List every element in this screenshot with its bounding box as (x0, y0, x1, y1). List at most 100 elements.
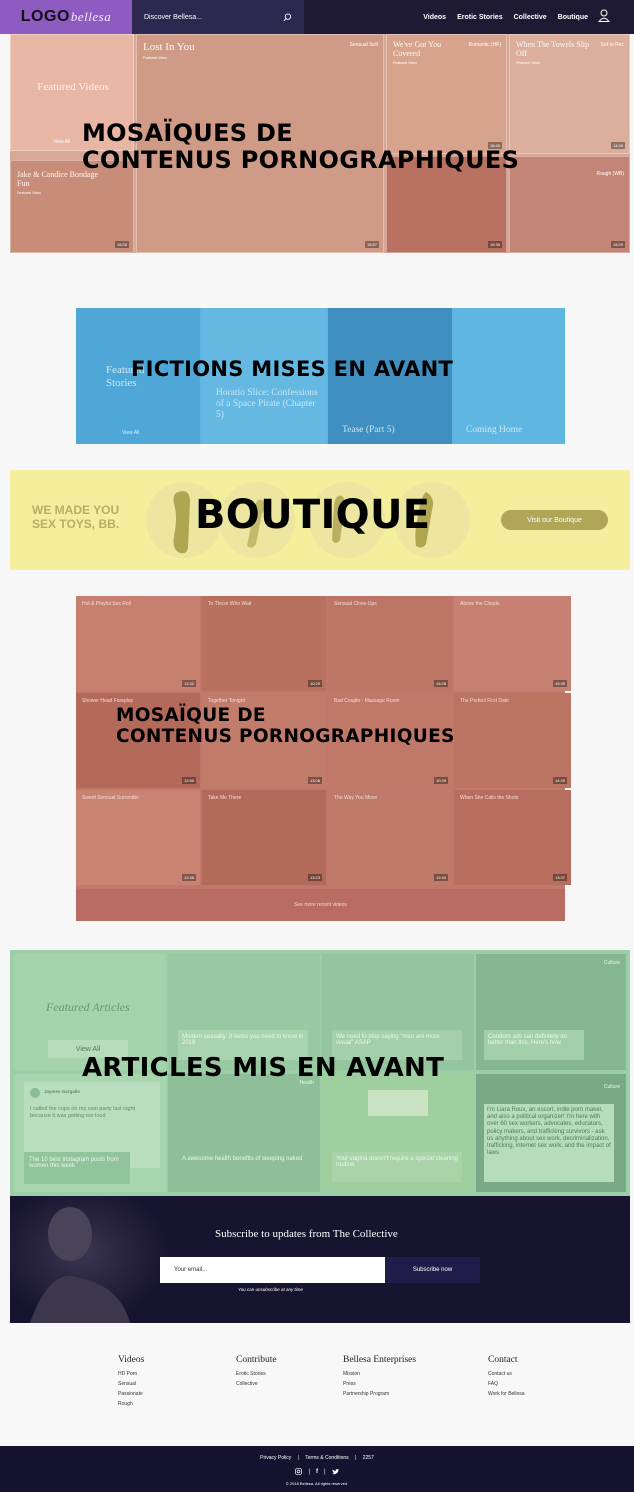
video-tile[interactable]: When The Towels Slip Off Featured Video … (509, 34, 630, 154)
article-card[interactable]: Your vagina doesn't require a special cl… (322, 1074, 474, 1192)
footer-link[interactable]: HD Porn (118, 1369, 144, 1379)
video-tile[interactable]: Jake & Candice Bondage Fun Featured Vide… (10, 160, 134, 253)
footer-link[interactable]: Passionate (118, 1389, 144, 1399)
video-title: To Those Who Wait (208, 601, 252, 607)
privacy-policy-link[interactable]: Privacy Policy (260, 1455, 291, 1461)
reddit-ama-card[interactable]: Culture I'm Liara Roux, an escort, indie… (476, 1074, 626, 1192)
article-tag: Culture (603, 960, 620, 966)
unsubscribe-note: You can unsubscribe at any time (238, 1287, 304, 1292)
boutique-tagline-line-2: SEX TOYS, BB. (32, 517, 120, 532)
featured-videos-label: Featured Videos (37, 81, 109, 93)
search-icon[interactable] (283, 12, 292, 22)
video-tile[interactable]: When She Calls the Shots 13:37 (454, 790, 571, 885)
footer-bottom-bar: Privacy Policy | Terms & Conditions | 22… (0, 1446, 634, 1492)
video-subtitle: Featured Video (17, 191, 41, 195)
mosaic2-overlay-line-1: MOSAÏQUE DE (116, 705, 266, 726)
video-duration: 14:28 (610, 142, 625, 149)
footer-col-videos: Videos HD Porn Sensual Passionate Rough (118, 1355, 144, 1409)
story-title: Horatio Slice: Confessions of a Space Pi… (216, 388, 318, 420)
video-title: Hot & Playful Sex Roll (82, 601, 131, 607)
nav-videos[interactable]: Videos (423, 14, 446, 21)
logo-text: LOGO (20, 8, 70, 25)
footer-link[interactable]: FAQ (488, 1379, 525, 1389)
video-tile[interactable]: Sweet Sensual Surrender 12:38 (76, 790, 200, 885)
hero-view-all-link[interactable]: View All (53, 139, 70, 145)
user-icon[interactable] (598, 9, 610, 22)
article-title: Condom ads can definitely do better than… (484, 1030, 584, 1060)
email-input[interactable]: Your email... (160, 1257, 385, 1283)
tweet-card[interactable]: Jaymee Gargallo I called the cops on my … (14, 1074, 166, 1192)
footer-link[interactable]: Contact us (488, 1369, 525, 1379)
hero-overlay-label: MOSAÏQUES DE CONTENUS PORNOGRAPHIQUES (82, 120, 519, 174)
footer-link[interactable]: Rough (118, 1399, 144, 1409)
footer-link[interactable]: Partnership Program (343, 1389, 416, 1399)
video-tile[interactable]: The Way You Move 12:43 (328, 790, 452, 885)
search-input[interactable]: Discover Bellesa... (132, 0, 304, 34)
footer-col-title: Contact (488, 1355, 518, 1365)
video-duration: 13:32 (181, 680, 196, 687)
article-card[interactable]: Health A awesome health benefits of slee… (168, 1074, 320, 1192)
video-tile[interactable]: To Those Who Wait 10:29 (202, 596, 326, 691)
footer-col-contribute: Contribute Erotic Stories Collective (236, 1355, 277, 1389)
video-title: Sensual Close-Ups (334, 601, 377, 607)
subscribe-button[interactable]: Subscribe now (385, 1257, 480, 1283)
video-duration: 12:50 (181, 777, 196, 784)
tweet-text: I called the cops on my own party last n… (30, 1106, 136, 1120)
search-placeholder: Discover Bellesa... (144, 13, 202, 21)
footer-col-title: Contribute (236, 1355, 277, 1365)
2257-link[interactable]: 2257 (363, 1455, 374, 1461)
article-title: The 10 best Instagram posts from women t… (24, 1152, 130, 1184)
footer-link[interactable]: Press (343, 1379, 416, 1389)
terms-link[interactable]: Terms & Conditions (305, 1455, 348, 1461)
video-title: Bad Couple - Massage Room (334, 698, 400, 704)
logo[interactable]: LOGO bellesa (0, 0, 132, 34)
hero-video-mosaic: Featured Videos View All Lost In You Fea… (10, 34, 630, 253)
social-links: | f | (0, 1468, 634, 1475)
facebook-icon[interactable]: f (316, 1469, 318, 1475)
nav-erotic-stories[interactable]: Erotic Stories (457, 14, 503, 21)
footer-link[interactable]: Mission (343, 1369, 416, 1379)
footer-link[interactable]: Collective (236, 1379, 277, 1389)
woman-portrait-image (10, 1196, 170, 1323)
stories-view-all-link[interactable]: View All (122, 430, 139, 436)
instagram-icon[interactable] (295, 1468, 303, 1475)
nav-collective[interactable]: Collective (514, 14, 547, 21)
twitter-icon[interactable] (331, 1468, 339, 1475)
visit-boutique-button[interactable]: Visit our Boutique (501, 510, 608, 530)
video-duration: 13:23 (307, 874, 322, 881)
nav-boutique[interactable]: Boutique (558, 14, 588, 21)
video-tile[interactable]: The Perfect First Date 14:29 (454, 693, 571, 788)
article-title: I'm Liara Roux, an escort, indie porn ma… (484, 1104, 614, 1182)
footer-link[interactable]: Work for Bellesa (488, 1389, 525, 1399)
video-duration: 10:39 (433, 777, 448, 784)
video-tile[interactable]: Hot & Playful Sex Roll 13:32 (76, 596, 200, 691)
video-title: Take Me There (208, 795, 242, 801)
video-tile[interactable]: Take Me There 13:23 (202, 790, 326, 885)
video-tile[interactable]: Rough (WB) 15:29 (509, 156, 630, 253)
video-duration: 16:35 (487, 241, 502, 248)
video-duration: 15:28 (114, 241, 129, 248)
footer-col-title: Bellesa Enterprises (343, 1355, 417, 1365)
footer-link[interactable]: Erotic Stories (236, 1369, 277, 1379)
video-title: When The Towels Slip Off (516, 40, 590, 58)
video-title: Lost In You (143, 41, 195, 53)
footer-col-enterprises: Bellesa Enterprises Mission Press Partne… (343, 1355, 416, 1399)
video-duration: 15:29 (610, 241, 625, 248)
footer-links: Videos HD Porn Sensual Passionate Rough … (0, 1323, 634, 1446)
footer-link[interactable]: Sensual (118, 1379, 144, 1389)
boutique-overlay-label: BOUTIQUE (195, 492, 431, 538)
article-card[interactable]: Culture Condom ads can definitely do bet… (476, 954, 626, 1070)
boutique-tagline-line-1: WE MADE YOU (32, 503, 120, 517)
logo-script: bellesa (70, 9, 112, 24)
video-tile[interactable]: Above the Clouds 15:35 (454, 596, 571, 691)
featured-articles-label: Featured Articles (46, 1000, 130, 1014)
video-tile[interactable]: Sensual Close-Ups 15:25 (328, 596, 452, 691)
see-more-videos-button[interactable]: See more recent videos (76, 889, 565, 921)
story-tile[interactable]: Coming Home (454, 308, 565, 444)
recent-videos-mosaic: Hot & Playful Sex Roll 13:32 To Those Who … (76, 596, 571, 921)
video-duration: 10:29 (307, 680, 322, 687)
subscribe-heading: Subscribe to updates from The Collective (215, 1228, 398, 1240)
video-duration: 12:43 (433, 874, 448, 881)
video-subtitle: Featured Video (516, 61, 540, 65)
video-duration: 15:57 (364, 241, 379, 248)
